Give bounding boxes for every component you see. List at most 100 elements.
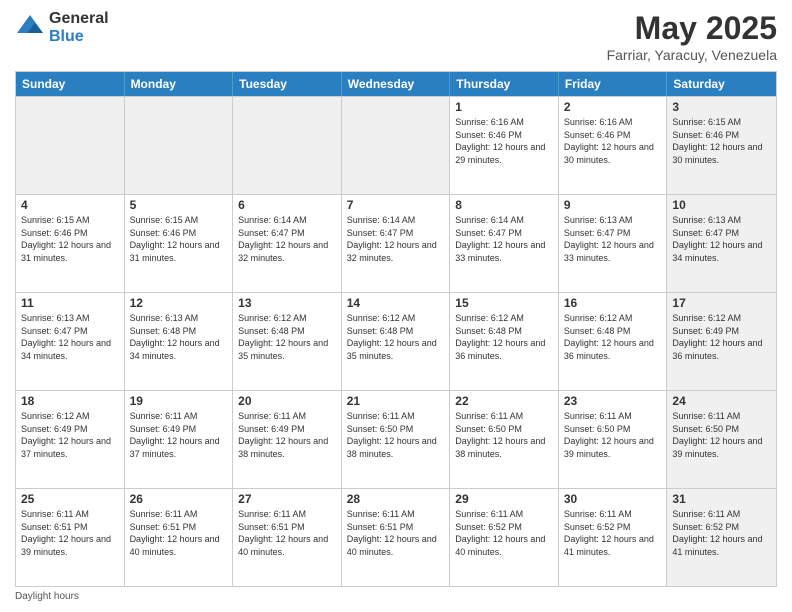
calendar-day-29: 29 Sunrise: 6:11 AM Sunset: 6:52 PM Dayli…	[450, 489, 559, 586]
logo-text: General Blue	[49, 10, 109, 45]
day-info: Sunrise: 6:11 AM Sunset: 6:51 PM Dayligh…	[238, 508, 336, 558]
calendar-day-17: 17Sunrise: 6:12 AM Sunset: 6:49 PM Dayli…	[667, 293, 776, 390]
day-info: Sunrise: 6:16 AM Sunset: 6:46 PM Dayligh…	[564, 116, 662, 166]
day-info: Sunrise: 6:11 AM Sunset: 6:50 PM Dayligh…	[455, 410, 553, 460]
calendar-empty	[125, 97, 234, 194]
calendar-day-13: 13 Sunrise: 6:12 AM Sunset: 6:48 PM Dayli…	[233, 293, 342, 390]
day-info: Sunrise: 6:13 AM Sunset: 6:47 PM Dayligh…	[21, 312, 119, 362]
day-header-thursday: Thursday	[450, 72, 559, 96]
day-number: 15	[455, 296, 553, 310]
day-number: 22	[455, 394, 553, 408]
day-number: 30	[564, 492, 662, 506]
day-number: 13	[238, 296, 336, 310]
day-number: 23	[564, 394, 662, 408]
day-number: 19	[130, 394, 228, 408]
calendar-week-3: 18Sunrise: 6:12 AM Sunset: 6:49 PM Dayli…	[16, 390, 776, 488]
calendar-day-7: 7 Sunrise: 6:14 AM Sunset: 6:47 PM Daylig…	[342, 195, 451, 292]
calendar-day-19: 19 Sunrise: 6:11 AM Sunset: 6:49 PM Dayli…	[125, 391, 234, 488]
day-number: 21	[347, 394, 445, 408]
calendar-week-0: 1 Sunrise: 6:16 AM Sunset: 6:46 PM Daylig…	[16, 96, 776, 194]
day-info: Sunrise: 6:11 AM Sunset: 6:52 PM Dayligh…	[455, 508, 553, 558]
calendar-day-26: 26 Sunrise: 6:11 AM Sunset: 6:51 PM Dayli…	[125, 489, 234, 586]
day-number: 2	[564, 100, 662, 114]
calendar-day-25: 25 Sunrise: 6:11 AM Sunset: 6:51 PM Dayli…	[16, 489, 125, 586]
calendar-day-18: 18Sunrise: 6:12 AM Sunset: 6:49 PM Dayli…	[16, 391, 125, 488]
day-info: Sunrise: 6:11 AM Sunset: 6:51 PM Dayligh…	[21, 508, 119, 558]
calendar-week-2: 11 Sunrise: 6:13 AM Sunset: 6:47 PM Dayli…	[16, 292, 776, 390]
day-number: 25	[21, 492, 119, 506]
day-number: 10	[672, 198, 771, 212]
day-number: 29	[455, 492, 553, 506]
calendar-day-31: 31Sunrise: 6:11 AM Sunset: 6:52 PM Dayli…	[667, 489, 776, 586]
day-header-sunday: Sunday	[16, 72, 125, 96]
day-number: 28	[347, 492, 445, 506]
calendar-day-27: 27 Sunrise: 6:11 AM Sunset: 6:51 PM Dayli…	[233, 489, 342, 586]
day-info: Sunrise: 6:15 AM Sunset: 6:46 PM Dayligh…	[672, 116, 771, 166]
day-header-tuesday: Tuesday	[233, 72, 342, 96]
day-info: Sunrise: 6:14 AM Sunset: 6:47 PM Dayligh…	[238, 214, 336, 264]
calendar-body: 1 Sunrise: 6:16 AM Sunset: 6:46 PM Daylig…	[16, 96, 776, 586]
day-info: Sunrise: 6:15 AM Sunset: 6:46 PM Dayligh…	[130, 214, 228, 264]
day-number: 1	[455, 100, 553, 114]
day-header-friday: Friday	[559, 72, 668, 96]
day-info: Sunrise: 6:12 AM Sunset: 6:48 PM Dayligh…	[564, 312, 662, 362]
day-number: 26	[130, 492, 228, 506]
calendar-day-24: 24Sunrise: 6:11 AM Sunset: 6:50 PM Dayli…	[667, 391, 776, 488]
day-info: Sunrise: 6:11 AM Sunset: 6:50 PM Dayligh…	[347, 410, 445, 460]
day-number: 31	[672, 492, 771, 506]
calendar-day-6: 6Sunrise: 6:14 AM Sunset: 6:47 PM Daylig…	[233, 195, 342, 292]
calendar-empty	[342, 97, 451, 194]
day-info: Sunrise: 6:14 AM Sunset: 6:47 PM Dayligh…	[455, 214, 553, 264]
title-section: May 2025 Farriar, Yaracuy, Venezuela	[607, 10, 777, 63]
day-number: 4	[21, 198, 119, 212]
day-number: 9	[564, 198, 662, 212]
day-info: Sunrise: 6:11 AM Sunset: 6:49 PM Dayligh…	[130, 410, 228, 460]
calendar-day-12: 12 Sunrise: 6:13 AM Sunset: 6:48 PM Dayli…	[125, 293, 234, 390]
calendar-empty	[233, 97, 342, 194]
logo-blue: Blue	[49, 28, 109, 46]
calendar-day-30: 30 Sunrise: 6:11 AM Sunset: 6:52 PM Dayli…	[559, 489, 668, 586]
day-info: Sunrise: 6:11 AM Sunset: 6:51 PM Dayligh…	[130, 508, 228, 558]
day-number: 8	[455, 198, 553, 212]
day-number: 27	[238, 492, 336, 506]
day-number: 5	[130, 198, 228, 212]
day-number: 11	[21, 296, 119, 310]
calendar-day-20: 20Sunrise: 6:11 AM Sunset: 6:49 PM Dayli…	[233, 391, 342, 488]
calendar-day-4: 4Sunrise: 6:15 AM Sunset: 6:46 PM Daylig…	[16, 195, 125, 292]
day-number: 16	[564, 296, 662, 310]
calendar-day-21: 21 Sunrise: 6:11 AM Sunset: 6:50 PM Dayli…	[342, 391, 451, 488]
calendar-header: SundayMondayTuesdayWednesdayThursdayFrid…	[16, 72, 776, 96]
calendar-day-3: 3Sunrise: 6:15 AM Sunset: 6:46 PM Daylig…	[667, 97, 776, 194]
calendar-day-14: 14 Sunrise: 6:12 AM Sunset: 6:48 PM Dayli…	[342, 293, 451, 390]
day-number: 12	[130, 296, 228, 310]
day-info: Sunrise: 6:12 AM Sunset: 6:48 PM Dayligh…	[347, 312, 445, 362]
main-title: May 2025	[607, 10, 777, 47]
logo-icon	[15, 13, 45, 43]
calendar-day-11: 11 Sunrise: 6:13 AM Sunset: 6:47 PM Dayli…	[16, 293, 125, 390]
day-info: Sunrise: 6:13 AM Sunset: 6:48 PM Dayligh…	[130, 312, 228, 362]
day-info: Sunrise: 6:14 AM Sunset: 6:47 PM Dayligh…	[347, 214, 445, 264]
logo-general: General	[49, 10, 109, 28]
calendar-empty	[16, 97, 125, 194]
calendar-day-9: 9 Sunrise: 6:13 AM Sunset: 6:47 PM Daylig…	[559, 195, 668, 292]
day-info: Sunrise: 6:12 AM Sunset: 6:49 PM Dayligh…	[672, 312, 771, 362]
calendar-day-2: 2 Sunrise: 6:16 AM Sunset: 6:46 PM Daylig…	[559, 97, 668, 194]
calendar-week-1: 4 Sunrise: 6:15 AM Sunset: 6:46 PM Daylig…	[16, 194, 776, 292]
calendar-day-10: 10Sunrise: 6:13 AM Sunset: 6:47 PM Dayli…	[667, 195, 776, 292]
header: General Blue May 2025 Farriar, Yaracuy, …	[15, 10, 777, 63]
day-info: Sunrise: 6:11 AM Sunset: 6:49 PM Dayligh…	[238, 410, 336, 460]
day-info: Sunrise: 6:11 AM Sunset: 6:50 PM Dayligh…	[564, 410, 662, 460]
day-info: Sunrise: 6:12 AM Sunset: 6:48 PM Dayligh…	[238, 312, 336, 362]
day-number: 7	[347, 198, 445, 212]
day-header-wednesday: Wednesday	[342, 72, 451, 96]
calendar-day-28: 28 Sunrise: 6:11 AM Sunset: 6:51 PM Dayli…	[342, 489, 451, 586]
logo: General Blue	[15, 10, 109, 45]
day-info: Sunrise: 6:11 AM Sunset: 6:51 PM Dayligh…	[347, 508, 445, 558]
day-info: Sunrise: 6:13 AM Sunset: 6:47 PM Dayligh…	[564, 214, 662, 264]
calendar-day-22: 22 Sunrise: 6:11 AM Sunset: 6:50 PM Dayli…	[450, 391, 559, 488]
day-info: Sunrise: 6:11 AM Sunset: 6:52 PM Dayligh…	[564, 508, 662, 558]
day-header-saturday: Saturday	[667, 72, 776, 96]
day-number: 14	[347, 296, 445, 310]
day-info: Sunrise: 6:11 AM Sunset: 6:50 PM Dayligh…	[672, 410, 771, 460]
footer-note: Daylight hours	[15, 591, 777, 602]
